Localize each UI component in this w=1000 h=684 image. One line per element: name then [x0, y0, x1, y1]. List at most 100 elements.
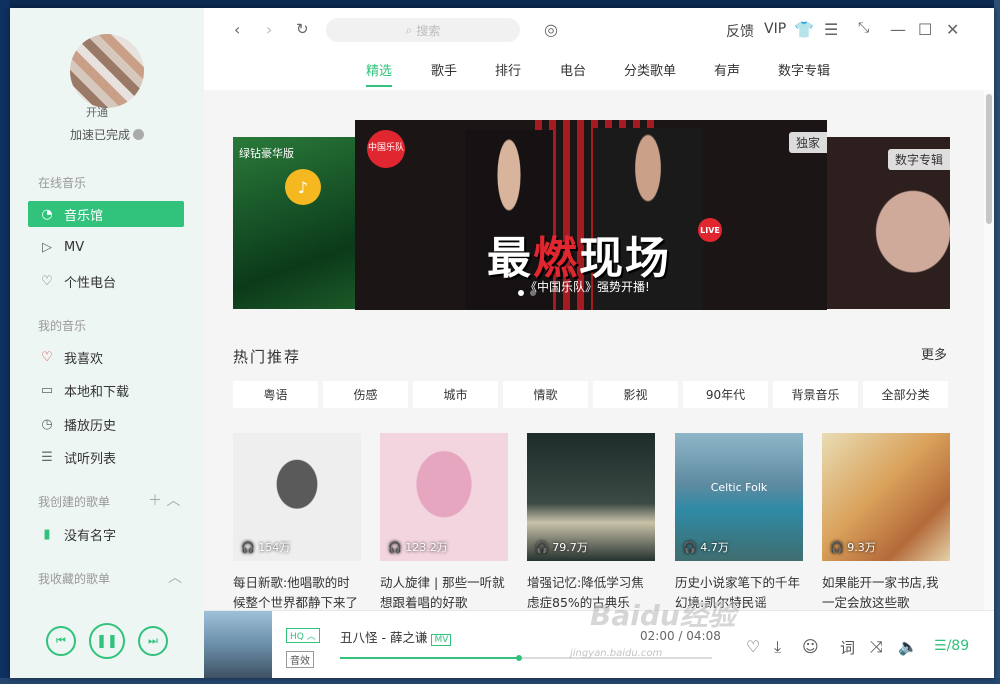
- back-icon[interactable]: ‹: [234, 20, 240, 39]
- scrollbar[interactable]: [984, 90, 994, 610]
- playlist-card[interactable]: Celtic Folk 🎧 4.7万 历史小说家笔下的千年幻境:凯尔特民谣: [675, 433, 803, 610]
- tab-radio[interactable]: 电台: [560, 60, 586, 79]
- skin-icon[interactable]: 👕: [794, 20, 814, 39]
- playlist-cover[interactable]: 🎧 79.7万: [527, 433, 655, 561]
- playlist-cover[interactable]: 🎧 154万: [233, 433, 361, 561]
- accel-status-text: 加速已完成: [69, 128, 130, 142]
- playlist-title[interactable]: 动人旋律 | 那些一听就想跟着唱的好歌: [380, 573, 508, 610]
- category-tag[interactable]: 情歌: [503, 381, 588, 408]
- sidebar-item-history[interactable]: ◷ 播放历史: [28, 411, 184, 437]
- show-logo: 中国乐队: [367, 130, 405, 168]
- banner-pager: [518, 290, 536, 296]
- download-icon[interactable]: ⤓: [774, 637, 781, 657]
- watermark-sub: jingyan.baidu.com: [570, 648, 663, 659]
- category-tag[interactable]: 影视: [593, 381, 678, 408]
- playlist-title[interactable]: 每日新歌:他唱歌的时候整个世界都静下来了: [233, 573, 361, 610]
- feedback-link[interactable]: 反馈: [726, 21, 754, 41]
- previous-icon[interactable]: ⏮: [46, 626, 76, 656]
- music-app-window: 开通 加速已完成 在线音乐 ◔ 音乐馆 ▷ MV ♡ 个性电台 我的音乐 ♡ 我喜欢 ▭…: [10, 8, 994, 678]
- now-playing-cover[interactable]: [204, 611, 272, 678]
- digital-album-badge: 数字专辑: [887, 149, 950, 170]
- playlist-card[interactable]: 🎧 79.7万 增强记忆:降低学习焦虑症85%的古典乐: [527, 433, 655, 610]
- tab-charts[interactable]: 排行: [495, 60, 521, 79]
- play-count-value: 4.7万: [700, 541, 729, 554]
- section-online-music: 在线音乐: [38, 176, 87, 190]
- playlist-queue-button[interactable]: ☰/89: [934, 638, 969, 654]
- banner-slide-left[interactable]: 绿钻豪华版 ♪: [233, 137, 359, 309]
- tab-audio[interactable]: 有声: [714, 60, 740, 79]
- banner-left-tag: 绿钻豪华版: [239, 147, 294, 160]
- user-avatar[interactable]: [70, 34, 144, 108]
- sidebar-item-playlist[interactable]: ▮ 没有名字: [28, 521, 184, 547]
- lyrics-button[interactable]: 词: [840, 637, 855, 658]
- monitor-icon: ▭: [40, 382, 54, 398]
- video-icon: ▷: [42, 239, 52, 255]
- record-icon[interactable]: ◎: [544, 20, 558, 39]
- mv-badge[interactable]: MV: [431, 634, 452, 646]
- sidebar-item-music-hall[interactable]: ◔ 音乐馆: [28, 201, 184, 227]
- menu-icon[interactable]: ☰: [824, 20, 838, 39]
- progress-knob[interactable]: [515, 655, 522, 661]
- playlist-card[interactable]: 🎧 154万 每日新歌:他唱歌的时候整个世界都静下来了: [233, 433, 361, 610]
- now-playing-title[interactable]: 丑八怪 - 薛之谦 MV: [340, 627, 452, 646]
- pause-icon[interactable]: ❚❚: [89, 623, 125, 659]
- desktop-bottom-strip: [0, 678, 1000, 684]
- tab-singers[interactable]: 歌手: [431, 60, 457, 79]
- sidebar-item-local-download[interactable]: ▭ 本地和下载: [28, 377, 184, 403]
- volume-icon[interactable]: 🔈: [898, 637, 918, 656]
- sidebar-item-favorites[interactable]: ♡ 我喜欢: [28, 344, 184, 370]
- playlist-card[interactable]: 🎧 123.2万 动人旋律 | 那些一听就想跟着唱的好歌: [380, 433, 508, 610]
- forward-icon[interactable]: ›: [266, 20, 272, 39]
- tab-category-playlists[interactable]: 分类歌单: [624, 60, 676, 79]
- play-count-value: 154万: [258, 541, 291, 554]
- sidebar-item-mv[interactable]: ▷ MV: [28, 234, 184, 260]
- search-input[interactable]: ⌕ 搜索: [326, 18, 520, 42]
- quality-button[interactable]: HQ ︿: [286, 628, 320, 643]
- mini-mode-icon[interactable]: ⤡: [858, 20, 869, 36]
- scrollbar-thumb[interactable]: [986, 94, 992, 224]
- pager-dot[interactable]: [530, 290, 536, 296]
- tab-digital-albums[interactable]: 数字专辑: [778, 60, 830, 79]
- section-my-music: 我的音乐: [38, 319, 87, 333]
- playlist-card[interactable]: 🎧 9.3万 如果能开一家书店,我一定会放这些歌: [822, 433, 950, 610]
- banner-title: 最燃现场: [487, 222, 671, 286]
- category-tag[interactable]: 伤感: [323, 381, 408, 408]
- close-icon[interactable]: ✕: [946, 20, 959, 39]
- category-tag[interactable]: 背景音乐: [773, 381, 858, 408]
- refresh-icon[interactable]: ↻: [296, 20, 309, 38]
- sidebar-item-trial-list[interactable]: ☰ 试听列表: [28, 444, 184, 470]
- sidebar-item-label: 个性电台: [64, 275, 117, 291]
- tab-featured[interactable]: 精选: [366, 60, 393, 87]
- category-tag[interactable]: 90年代: [683, 381, 768, 408]
- next-icon[interactable]: ⏭: [138, 626, 168, 656]
- pager-dot[interactable]: [518, 290, 524, 296]
- playlist-tools: ＋ ︿: [148, 490, 180, 510]
- minimize-icon[interactable]: —: [890, 20, 906, 39]
- sound-effect-button[interactable]: 音效: [286, 651, 314, 668]
- like-icon[interactable]: ♡: [746, 637, 760, 656]
- banner-slide-right[interactable]: 数字专辑: [827, 137, 950, 309]
- sidebar-item-label: 播放历史: [64, 418, 117, 434]
- collapse-icon[interactable]: ︿: [166, 493, 180, 509]
- play-count: 🎧 79.7万: [535, 539, 588, 555]
- section-collected-playlists: 我收藏的歌单: [38, 572, 111, 586]
- sidebar-item-radio[interactable]: ♡ 个性电台: [28, 268, 184, 294]
- playlist-title[interactable]: 如果能开一家书店,我一定会放这些歌: [822, 573, 950, 610]
- vip-link[interactable]: VIP: [764, 21, 786, 37]
- more-link[interactable]: 更多: [921, 344, 947, 363]
- category-tag[interactable]: 全部分类: [863, 381, 948, 408]
- playlist-cover[interactable]: 🎧 9.3万: [822, 433, 950, 561]
- category-tag[interactable]: 粤语: [233, 381, 318, 408]
- category-tag[interactable]: 城市: [413, 381, 498, 408]
- playlist-cover[interactable]: Celtic Folk 🎧 4.7万: [675, 433, 803, 561]
- maximize-icon[interactable]: ☐: [918, 20, 932, 39]
- radio-heart-icon: ♡: [41, 273, 53, 289]
- add-playlist-icon[interactable]: ＋: [148, 493, 162, 509]
- banner-slide-main[interactable]: 中国乐队 最燃现场 LIVE 《中国乐队》强势开播! 独家: [355, 120, 827, 310]
- playlist-cover[interactable]: 🎧 123.2万: [380, 433, 508, 561]
- comment-icon[interactable]: ☺: [802, 637, 819, 656]
- play-count-value: 123.2万: [405, 541, 448, 554]
- collapse-collected-icon[interactable]: ︿: [168, 567, 182, 587]
- shuffle-icon[interactable]: ⤨: [870, 637, 883, 657]
- play-count-value: 79.7万: [552, 541, 588, 554]
